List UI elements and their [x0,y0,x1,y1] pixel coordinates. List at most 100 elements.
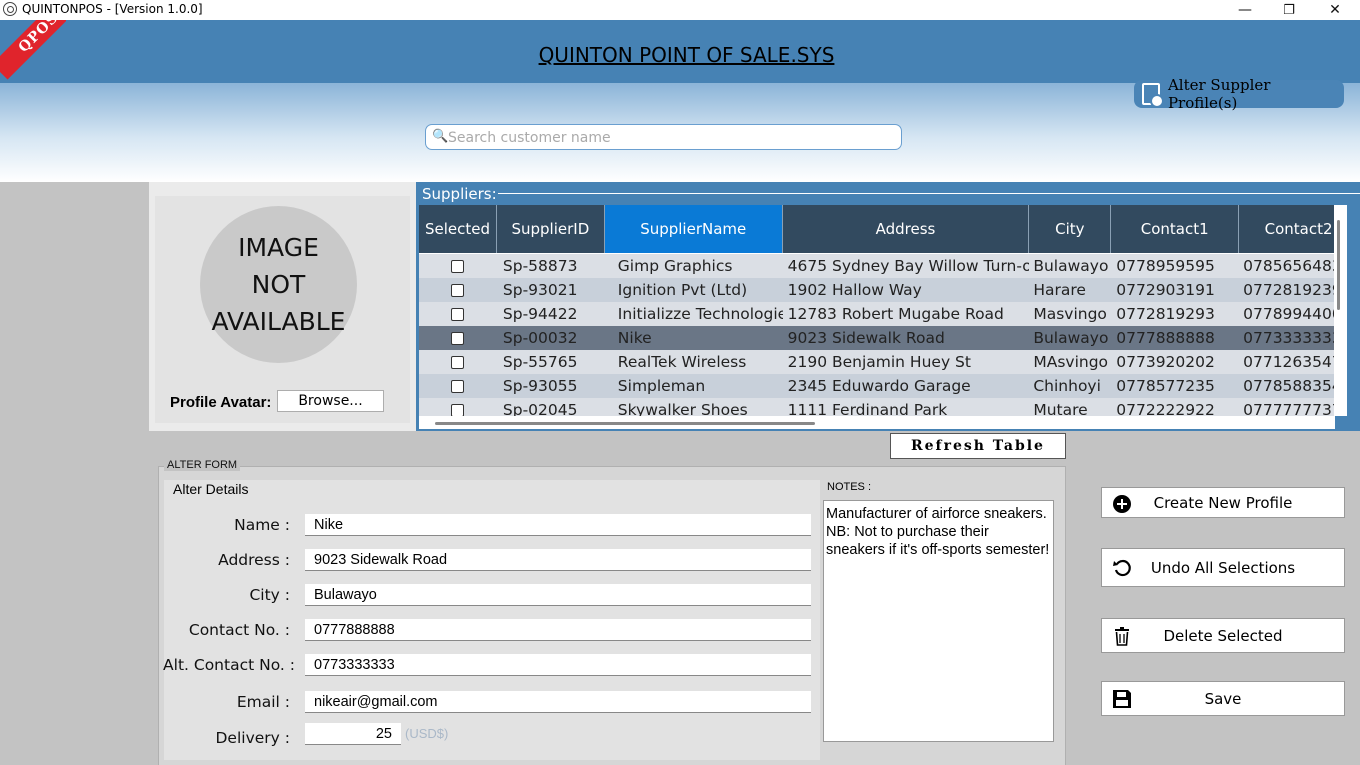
save-icon [1112,689,1132,709]
email-field[interactable] [305,691,811,713]
cell-city: Chinhoyi [1033,377,1101,395]
cell-city: Masvingo [1033,305,1107,323]
column-header-contact1[interactable]: Contact1 [1111,205,1240,253]
delivery-field[interactable] [305,723,401,745]
table-row[interactable]: Sp-02045 Skywalker Shoes 1111 Ferdinand Pa… [419,398,1335,416]
column-header-contact2[interactable]: Contact2 [1239,205,1335,253]
minimize-button[interactable]: — [1222,0,1268,20]
cell-selected [419,278,497,302]
column-header-city[interactable]: City [1029,205,1112,253]
cell-id: Sp-58873 [502,257,578,275]
cell-address: 2345 Eduwardo Garage [787,377,971,395]
cell-selected [419,254,497,278]
cell-contact1: 0772819293 [1116,305,1215,323]
cell-name: RealTek Wireless [617,353,747,371]
delete-selected-button[interactable]: Delete Selected [1101,618,1345,653]
cell-selected [419,374,497,398]
cell-contact1: 0778577235 [1116,377,1215,395]
undo-all-selections-button[interactable]: Undo All Selections [1101,548,1345,587]
column-header-address[interactable]: Address [783,205,1030,253]
cell-contact1: 0778959595 [1116,257,1215,275]
notes-text: Manufacturer of airforce sneakers. NB: N… [826,506,1050,558]
notes-label: NOTES : [827,481,872,493]
alter-details-title: Alter Details [173,481,249,497]
cell-city: Harare [1033,281,1086,299]
table-row[interactable]: Sp-93055 Simpleman 2345 Eduwardo Garage Chi… [419,374,1335,398]
cell-name: Nike [617,329,652,347]
cell-address: 12783 Robert Mugabe Road [787,305,1004,323]
row-select-checkbox[interactable] [451,331,465,345]
vertical-scrollbar[interactable] [1334,205,1347,416]
row-select-checkbox[interactable] [451,307,465,321]
undo-icon [1112,558,1132,578]
horizontal-scrollbar[interactable] [419,416,1335,429]
contact-field[interactable] [305,619,811,641]
alt-contact-label: Alt. Contact No. : [163,656,295,674]
app-header: QUINTON POINT OF SALE.SYS [0,20,1360,83]
table-row[interactable]: Sp-93021 Ignition Pvt (Ltd) 1902 Hallow Wa… [419,278,1335,302]
cell-name: Initializze Technologies [617,305,783,323]
cell-selected [419,350,497,374]
avatar-text-line3: AVAILABLE [211,307,346,336]
save-button[interactable]: Save [1101,681,1345,716]
cell-id: Sp-94422 [502,305,578,323]
row-select-checkbox[interactable] [451,259,465,273]
browse-button[interactable]: Browse... [277,390,384,412]
create-new-profile-label: Create New Profile [1153,493,1293,512]
cell-contact2: 0785656483 [1243,257,1335,275]
address-label: Address : [218,551,290,569]
cell-address: 1111 Ferdinand Park [787,401,948,416]
column-header-selected[interactable]: Selected [419,205,497,253]
refresh-table-button[interactable]: Refresh Table [890,433,1066,459]
delivery-label: Delivery : [215,729,291,747]
create-new-profile-button[interactable]: Create New Profile [1101,487,1345,518]
table-row[interactable]: Sp-00032 Nike 9023 Sidewalk Road Bulawayo 07… [419,326,1335,350]
save-label: Save [1204,689,1242,708]
cell-address: 1902 Hallow Way [787,281,922,299]
cell-contact1: 0773920202 [1116,353,1215,371]
delete-selected-label: Delete Selected [1163,626,1283,645]
cell-name: Simpleman [617,377,706,395]
alt-contact-field[interactable] [305,654,811,676]
suppliers-table[interactable]: Selected SupplierID SupplierName Address Cit… [419,205,1335,416]
alter-supplier-profiles-button[interactable]: Alter Suppler Profile(s) [1134,76,1344,112]
cell-contact2: 0773333333 [1243,329,1335,347]
avatar-text-line1: IMAGE [238,233,319,262]
city-label: City : [249,586,290,604]
row-select-checkbox[interactable] [451,355,465,369]
search-box[interactable]: 🔍 [425,124,902,150]
horizontal-scroll-thumb[interactable] [435,422,815,425]
cell-name: Skywalker Shoes [617,401,748,416]
qpos-ribbon-logo: QPOS [0,20,66,83]
cell-id: Sp-02045 [502,401,578,416]
column-header-supplierid[interactable]: SupplierID [497,205,605,253]
search-input[interactable] [448,128,888,147]
close-button[interactable]: ✕ [1312,0,1358,20]
cell-id: Sp-55765 [502,353,578,371]
table-row[interactable]: Sp-55765 RealTek Wireless 2190 Benjamin Hu… [419,350,1335,374]
alter-supplier-label: Alter Suppler Profile(s) [1167,76,1271,112]
cell-address: 2190 Benjamin Huey St [787,353,971,371]
row-select-checkbox[interactable] [451,379,465,393]
search-icon: 🔍 [432,129,449,144]
column-header-suppliername[interactable]: SupplierName [604,205,783,253]
vertical-scroll-thumb[interactable] [1337,220,1340,310]
avatar-placeholder: IMAGE NOT AVAILABLE [200,206,357,363]
cell-name: Ignition Pvt (Ltd) [617,281,748,299]
add-circle-icon [1112,494,1132,514]
row-select-checkbox[interactable] [451,283,465,297]
city-field[interactable] [305,584,811,606]
name-field[interactable] [305,514,811,536]
alter-form-legend: ALTER FORM [164,459,241,471]
avatar-text-line2: NOT [251,270,306,299]
cell-contact2: 0778588354 [1243,377,1335,395]
app-icon [3,2,17,16]
cell-address: 4675 Sydney Bay Willow Turn-off [787,257,1030,275]
table-row[interactable]: Sp-58873 Gimp Graphics 4675 Sydney Bay Wil… [419,254,1335,278]
address-field[interactable] [305,549,811,571]
row-select-checkbox[interactable] [451,403,465,416]
table-row[interactable]: Sp-94422 Initializze Technologies 12783 Ro… [419,302,1335,326]
suppliers-legend: Suppliers: [422,185,497,203]
cell-contact2: 0771263547 [1243,353,1335,371]
maximize-button[interactable]: ❐ [1266,0,1312,20]
